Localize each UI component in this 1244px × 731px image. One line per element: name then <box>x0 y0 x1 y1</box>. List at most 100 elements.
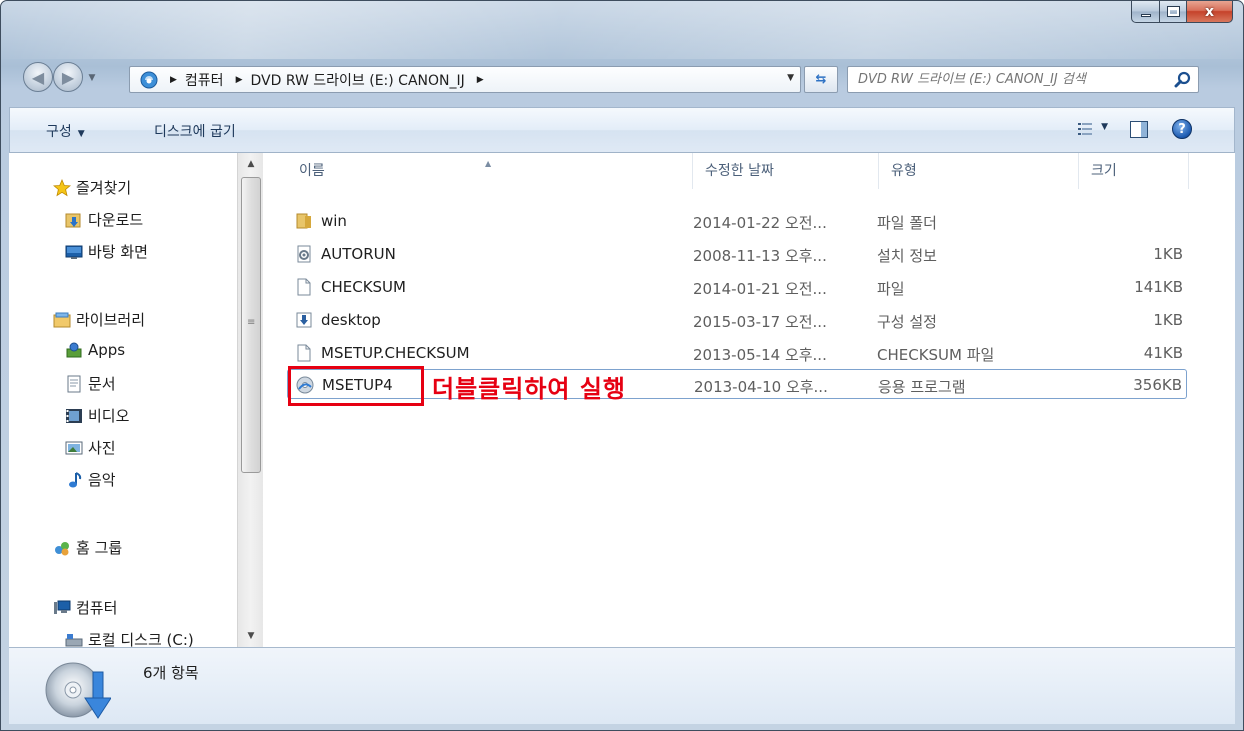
file-size: 1KB <box>1153 311 1183 329</box>
music-icon <box>69 471 82 487</box>
burn-to-disc-button[interactable]: 디스크에 굽기 <box>154 121 236 141</box>
nav-pictures-label: 사진 <box>88 439 116 457</box>
nav-libraries-label: 라이브러리 <box>76 311 146 329</box>
navigation-pane-scrollbar[interactable]: ▲ ≡ ▼ <box>237 153 263 647</box>
title-bar[interactable] <box>1 1 1243 59</box>
file-name: desktop <box>321 311 381 329</box>
chevron-down-icon: ▼ <box>77 129 85 139</box>
file-date: 2008-11-13 오후... <box>693 247 827 265</box>
breadcrumb-separator-icon[interactable]: ▶ <box>170 75 177 85</box>
nav-pictures[interactable]: 사진 <box>65 437 116 458</box>
close-icon: x <box>1204 3 1215 20</box>
file-row[interactable]: CHECKSUM 2014-01-21 오전... 파일 141KB <box>287 272 1187 302</box>
nav-homegroup-label: 홈 그룹 <box>76 539 123 557</box>
preview-pane-button[interactable] <box>1130 121 1148 138</box>
nav-music-label: 음악 <box>88 471 116 489</box>
address-dropdown-icon[interactable]: ▼ <box>787 73 794 83</box>
file-size: 41KB <box>1143 344 1183 362</box>
caption-buttons: x <box>1131 1 1233 23</box>
scroll-up-icon[interactable]: ▲ <box>243 156 259 172</box>
breadcrumb-separator-icon[interactable]: ▶ <box>236 75 243 85</box>
forward-button[interactable]: ▶ <box>53 62 83 92</box>
nav-libraries[interactable]: 라이브러리 <box>53 309 145 330</box>
column-header-size[interactable]: 크기 <box>1079 153 1189 189</box>
search-icon[interactable] <box>1174 71 1192 89</box>
column-header-date-label: 수정한 날짜 <box>705 163 774 179</box>
minimize-button[interactable] <box>1131 1 1160 23</box>
organize-button[interactable]: 구성 ▼ <box>46 121 85 141</box>
file-type: 설치 정보 <box>877 247 937 265</box>
file-size: 141KB <box>1134 278 1183 296</box>
nav-homegroup[interactable]: 홈 그룹 <box>53 537 122 558</box>
dvd-drive-icon <box>45 662 111 719</box>
maximize-icon <box>1166 6 1180 17</box>
column-header-type-label: 유형 <box>891 163 917 179</box>
search-input[interactable] <box>858 72 1168 87</box>
homegroup-icon <box>55 541 69 555</box>
nav-music[interactable]: 음악 <box>65 469 116 490</box>
refresh-icon: ⇆ <box>815 72 827 87</box>
help-button[interactable]: ? <box>1172 119 1192 139</box>
local-disk-icon <box>65 633 83 646</box>
file-row[interactable]: desktop 2015-03-17 오전... 구성 설정 1KB <box>287 305 1187 335</box>
file-name: MSETUP.CHECKSUM <box>321 344 470 362</box>
nav-local-disk-c[interactable]: 로컬 디스크 (C:) <box>65 629 194 647</box>
scrollbar-thumb[interactable]: ≡ <box>241 177 261 473</box>
nav-videos-label: 비디오 <box>88 407 130 425</box>
file-date: 2013-04-10 오후... <box>694 378 828 396</box>
breadcrumb-separator-icon[interactable]: ▶ <box>477 75 484 85</box>
maximize-button[interactable] <box>1160 1 1187 23</box>
file-icon <box>297 344 311 362</box>
nav-favorites[interactable]: 즐겨찾기 <box>53 177 131 198</box>
column-header-size-label: 크기 <box>1091 163 1117 179</box>
sort-ascending-icon: ▲ <box>485 159 492 168</box>
search-box[interactable] <box>847 66 1199 93</box>
view-options-dropdown-icon[interactable]: ▼ <box>1101 122 1108 132</box>
file-type: CHECKSUM 파일 <box>877 346 995 364</box>
nav-computer-label: 컴퓨터 <box>76 599 118 617</box>
videos-icon <box>66 408 82 423</box>
nav-local-disk-c-label: 로컬 디스크 (C:) <box>88 631 194 647</box>
computer-icon <box>54 600 71 614</box>
computer-location-icon <box>140 71 158 89</box>
navigation-pane: 즐겨찾기 다운로드 바탕 화면 라이브러리 Apps 문서 비디오 사진 음악 … <box>9 153 235 647</box>
scroll-down-icon[interactable]: ▼ <box>243 628 259 644</box>
explorer-window: x ◀ ▶ ▼ ▶ 컴퓨터 ▶ DVD RW 드라이브 (E:) CANON_IJ … <box>0 0 1244 731</box>
back-button[interactable]: ◀ <box>23 62 53 92</box>
annotation-highlight-box <box>288 366 424 406</box>
file-date: 2015-03-17 오전... <box>693 313 827 331</box>
scrollbar-grip-icon: ≡ <box>247 317 256 328</box>
file-date: 2014-01-22 오전... <box>693 214 827 232</box>
libraries-icon <box>53 312 71 327</box>
details-pane: 6개 항목 <box>9 647 1235 724</box>
refresh-button[interactable]: ⇆ <box>804 66 838 93</box>
file-row[interactable]: MSETUP.CHECKSUM 2013-05-14 오후... CHECKSU… <box>287 338 1187 368</box>
view-options-icon[interactable] <box>1078 122 1092 136</box>
file-type: 파일 <box>877 280 905 298</box>
file-row[interactable]: AUTORUN 2008-11-13 오후... 설치 정보 1KB <box>287 239 1187 269</box>
address-bar[interactable]: ▶ 컴퓨터 ▶ DVD RW 드라이브 (E:) CANON_IJ ▶ ▼ <box>129 66 801 93</box>
downloads-folder-icon <box>65 213 81 227</box>
breadcrumb-dvd-drive[interactable]: DVD RW 드라이브 (E:) CANON_IJ <box>250 70 464 90</box>
file-type: 응용 프로그램 <box>878 378 966 396</box>
nav-computer[interactable]: 컴퓨터 <box>53 597 117 618</box>
close-button[interactable]: x <box>1187 1 1233 23</box>
nav-apps[interactable]: Apps <box>65 341 125 359</box>
nav-documents-label: 문서 <box>88 375 116 393</box>
file-date: 2013-05-14 오후... <box>693 346 827 364</box>
nav-downloads[interactable]: 다운로드 <box>65 209 143 230</box>
documents-icon <box>67 375 81 392</box>
nav-favorites-label: 즐겨찾기 <box>76 179 132 197</box>
file-name: CHECKSUM <box>321 278 406 296</box>
recent-pages-dropdown[interactable]: ▼ <box>85 71 99 85</box>
file-row[interactable]: win 2014-01-22 오전... 파일 폴더 <box>287 206 1187 236</box>
command-toolbar: 구성 ▼ 디스크에 굽기 ▼ ? <box>9 107 1235 153</box>
nav-desktop[interactable]: 바탕 화면 <box>65 241 148 262</box>
nav-videos[interactable]: 비디오 <box>65 405 129 426</box>
pictures-icon <box>65 441 83 454</box>
column-header-type[interactable]: 유형 <box>879 153 1079 189</box>
nav-documents[interactable]: 문서 <box>65 373 116 394</box>
star-icon <box>53 178 71 196</box>
breadcrumb-computer[interactable]: 컴퓨터 <box>185 70 224 90</box>
column-header-date[interactable]: 수정한 날짜 <box>693 153 879 189</box>
